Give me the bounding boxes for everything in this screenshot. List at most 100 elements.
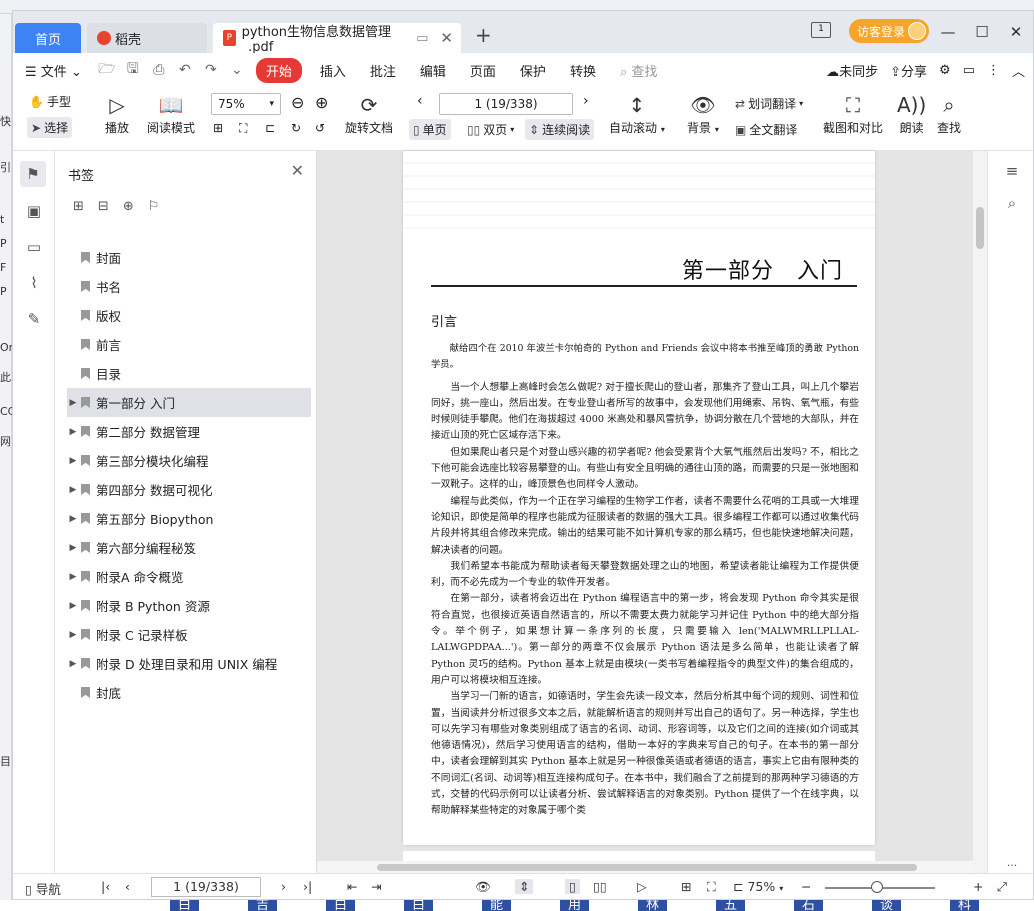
continuous-read-button[interactable]: ⇕ 连续阅读 (525, 119, 595, 140)
bookmark-icon[interactable]: ⚑ (20, 161, 46, 187)
tab-pdf-document[interactable]: P python生物信息数据管理_.pdf ▭ ✕ (213, 23, 461, 55)
expand-arrow-icon[interactable]: ▶ (67, 601, 79, 611)
new-tab-button[interactable]: + (475, 23, 492, 47)
find-button[interactable]: ⌕ 查找 (937, 93, 961, 136)
bookmark-item[interactable]: ▶ 第五部分 Biopython (67, 504, 311, 533)
file-menu[interactable]: ☰ 文件 ⌄ (13, 61, 94, 80)
last-page-icon[interactable]: ›| (303, 879, 312, 894)
single-page-button[interactable]: ▯ 单页 (409, 119, 451, 140)
minimize-icon[interactable]: — (931, 23, 965, 41)
eye-icon[interactable]: 👁 (475, 879, 491, 895)
single-page-icon[interactable]: ▯ (565, 879, 580, 894)
actual-size-icon[interactable]: ⊞ (681, 879, 691, 894)
bookmark-item[interactable]: ▶ 附录 C 记录样板 (67, 620, 311, 649)
bookmark-item[interactable]: ▶ 附录A 命令概览 (67, 562, 311, 591)
print-icon[interactable]: ⎙ (146, 62, 172, 78)
zoom-out-icon[interactable]: − (801, 879, 811, 894)
share-button[interactable]: ⇪分享 (890, 61, 927, 80)
settings-icon[interactable]: ⚙ (939, 63, 951, 78)
rotate-document-button[interactable]: ⟳ 旋转文档 (345, 93, 393, 136)
visitor-login-button[interactable]: 访客登录 (849, 19, 929, 43)
next-page-icon[interactable]: › (583, 93, 589, 109)
expand-all-icon[interactable]: ⊞ (73, 199, 84, 214)
menu-edit[interactable]: 编辑 (408, 61, 458, 80)
undo-icon[interactable]: ↶ (172, 62, 198, 78)
bookmark-item[interactable]: ▶ 第三部分模块化编程 (67, 446, 311, 475)
comment-icon[interactable]: ▭ (24, 237, 44, 257)
read-mode-button[interactable]: 📖 阅读模式 (147, 93, 195, 136)
signature-icon[interactable]: ✎ (24, 309, 44, 329)
bookmark-item[interactable]: 封面 (67, 243, 311, 272)
attachment-icon[interactable]: ⌇ (24, 273, 44, 293)
fit-width-icon[interactable]: ⊏ (265, 121, 275, 135)
expand-arrow-icon[interactable]: ▶ (67, 572, 79, 582)
zoom-dropdown[interactable]: ⊏ 75% ▾ (733, 879, 783, 894)
page-number-field[interactable]: 1 (19/338) (151, 877, 261, 897)
scroll-thumb[interactable] (976, 207, 984, 249)
sync-status[interactable]: ☁未同步 (826, 61, 878, 80)
rotate-right-icon[interactable]: ↺ (315, 121, 325, 135)
bookmark-item[interactable]: ▶ 第一部分 入门 (67, 388, 311, 417)
double-page-button[interactable]: ▯▯ 双页 ▾ (467, 121, 514, 138)
bookmark-item[interactable]: ▶ 附录 B Python 资源 (67, 591, 311, 620)
thumbnail-icon[interactable]: ▣ (24, 201, 44, 221)
save-icon[interactable]: 🖫 (120, 58, 146, 82)
word-translate-button[interactable]: ⇄ 划词翻译 ▾ (735, 95, 803, 112)
bookmark-item[interactable]: 版权 (67, 301, 311, 330)
expand-arrow-icon[interactable]: ▶ (67, 456, 79, 466)
redo-icon[interactable]: ↷ (198, 62, 224, 78)
bookmark-item[interactable]: 前言 (67, 330, 311, 359)
bookmark-item[interactable]: 目录 (67, 359, 311, 388)
expand-arrow-icon[interactable]: ▶ (67, 543, 79, 553)
prev-page-icon[interactable]: ‹ (125, 879, 130, 894)
expand-arrow-icon[interactable]: ▶ (67, 514, 79, 524)
horizontal-scrollbar[interactable] (317, 861, 973, 873)
menu-search[interactable]: ⌕ 查找 (608, 61, 657, 80)
background-button[interactable]: 👁 背景 ▾ (687, 93, 719, 136)
document-viewer[interactable]: 第一部分 入门 引言 献给四个在 2010 年波兰卡尔帕奇的 Python an… (317, 151, 987, 873)
full-translate-button[interactable]: ▣ 全文翻译 (735, 121, 797, 138)
feedback-icon[interactable]: ▭ (963, 63, 975, 78)
maximize-icon[interactable]: ☐ (965, 23, 999, 41)
bookmark-item[interactable]: ▶ 第二部分 数据管理 (67, 417, 311, 446)
reader-mode-icon[interactable]: 1 (811, 22, 831, 38)
expand-arrow-icon[interactable]: ▶ (67, 485, 79, 495)
add-bookmark-icon[interactable]: ⊕ (123, 199, 134, 214)
menu-convert[interactable]: 转换 (558, 61, 608, 80)
close-icon[interactable]: ✕ (291, 161, 304, 180)
navigation-toggle[interactable]: ▯ 导航 (25, 879, 61, 898)
close-window-icon[interactable]: ✕ (999, 23, 1033, 41)
expand-arrow-icon[interactable]: ▶ (67, 427, 79, 437)
prev-page-icon[interactable]: ‹ (417, 93, 423, 109)
vertical-scrollbar[interactable] (973, 151, 987, 873)
tab-home[interactable]: 首页 (15, 23, 81, 53)
menu-annotate[interactable]: 批注 (358, 61, 408, 80)
panel-toggle-icon[interactable]: ≡ (1002, 161, 1022, 181)
bookmark-item[interactable]: ▶ 第四部分 数据可视化 (67, 475, 311, 504)
next-page-icon[interactable]: › (281, 879, 286, 894)
zoom-out-icon[interactable]: ⊖ (291, 93, 304, 112)
expand-arrow-icon[interactable]: ▶ (67, 398, 79, 408)
expand-arrow-icon[interactable]: ▶ (67, 630, 79, 640)
tab-float-icon[interactable]: ▭ (416, 31, 428, 46)
menu-insert[interactable]: 插入 (308, 61, 358, 80)
fullscreen-icon[interactable]: ⤢ (997, 879, 1007, 895)
menu-page[interactable]: 页面 (458, 61, 508, 80)
forward-icon[interactable]: ⇥ (371, 879, 381, 894)
rotate-left-icon[interactable]: ↻ (291, 121, 301, 135)
scroll-thumb[interactable] (377, 864, 917, 871)
continuous-icon[interactable]: ⇕ (515, 879, 534, 894)
play-icon[interactable]: ▷ (637, 879, 647, 894)
menu-start[interactable]: 开始 (255, 57, 302, 83)
more-icon[interactable]: ... (1002, 853, 1022, 873)
bookmark-item[interactable]: ▶ 附录 D 处理目录和用 UNIX 编程 (67, 649, 311, 678)
back-icon[interactable]: ⇤ (347, 879, 357, 894)
open-icon[interactable]: 🗁 (94, 58, 120, 82)
more-vertical-icon[interactable]: ⋮ (987, 63, 1000, 78)
select-tool[interactable]: ➤ 选择 (27, 117, 73, 138)
chevron-down-icon[interactable]: ⌄ (224, 62, 250, 78)
bookmark-outline-icon[interactable]: ⚐ (148, 199, 160, 214)
hand-tool[interactable]: ✋ 手型 (29, 93, 71, 110)
read-aloud-button[interactable]: A)) 朗读 (897, 93, 926, 136)
collapse-ribbon-icon[interactable]: ︿ (1012, 61, 1025, 80)
